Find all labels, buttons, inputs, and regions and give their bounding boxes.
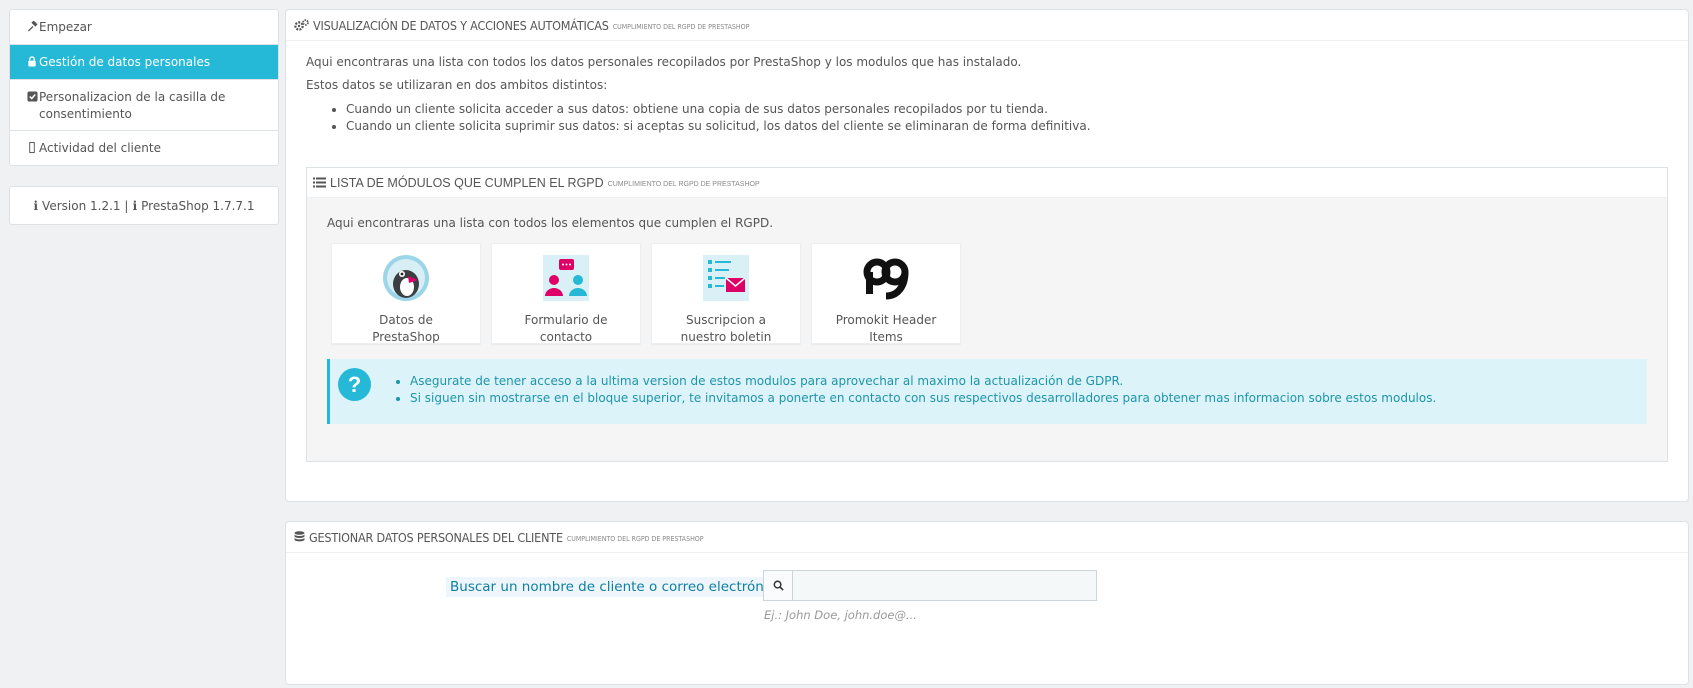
- panel-modulos: LISTA DE MÓDULOS QUE CUMPLEN EL RGPD CUM…: [306, 167, 1668, 462]
- scope-text: Estos datos se utilizaran en dos ambitos…: [306, 78, 608, 92]
- panel-subtitle: CUMPLIMIENTO DEL RGPD DE PRESTASHOP: [607, 180, 760, 188]
- module-card[interactable]: Suscripcion a nuestro boletin de noticia…: [651, 243, 801, 344]
- info-icon: i: [128, 198, 138, 213]
- info-alert: ? Asegurate de tener acceso a la ultima …: [327, 359, 1647, 424]
- checkbox-icon: [25, 91, 39, 102]
- clock-icon: [25, 142, 39, 153]
- panel-title: GESTIONAR DATOS PERSONALES DEL CLIENTE: [309, 529, 563, 545]
- contact-form-icon: [492, 254, 640, 304]
- module-card[interactable]: Datos de PrestaShop: [331, 243, 481, 344]
- search-help-text: Ej.: John Doe, john.doe@...: [764, 608, 917, 622]
- version-text: Version 1.2.1 |: [42, 198, 129, 213]
- module-card[interactable]: Formulario de contacto: [491, 243, 641, 344]
- sidebar-item-label: Empezar: [39, 20, 92, 34]
- search-input[interactable]: [793, 571, 1096, 600]
- database-icon: [294, 531, 305, 543]
- search-group: [763, 570, 1097, 601]
- sidebar-item-gestion-datos[interactable]: Gestión de datos personales: [10, 45, 278, 80]
- question-icon: ?: [338, 368, 371, 401]
- intro-text: Aqui encontraras una lista con todos los…: [306, 55, 1022, 69]
- panel-body: Aqui encontraras una lista con todos los…: [286, 41, 1688, 149]
- sidebar-item-label: Gestión de datos personales: [39, 55, 211, 69]
- sidebar-item-empezar[interactable]: Empezar: [10, 10, 278, 45]
- module-name: Formulario de contacto: [524, 313, 608, 344]
- panel-title: LISTA DE MÓDULOS QUE CUMPLEN EL RGPD: [330, 175, 604, 190]
- scope-list: Cuando un cliente solicita acceder a sus…: [306, 101, 1668, 135]
- modules-intro: Aqui encontraras una lista con todos los…: [327, 216, 774, 230]
- alert-item: Si siguen sin mostrarse en el bloque sup…: [410, 390, 1436, 407]
- panel-heading: LISTA DE MÓDULOS QUE CUMPLEN EL RGPD CUM…: [307, 168, 1667, 198]
- sidebar-menu: Empezar Gestión de datos personales Pers…: [9, 9, 279, 166]
- panel-heading: VISUALIZACIÓN DE DATOS Y ACCIONES AUTOMÁ…: [286, 10, 1688, 41]
- list-icon: [313, 177, 326, 188]
- promokit-icon: [812, 254, 960, 304]
- hammer-icon: [25, 21, 39, 32]
- panel-visualizacion: VISUALIZACIÓN DE DATOS Y ACCIONES AUTOMÁ…: [285, 9, 1689, 502]
- version-box: i Version 1.2.1 | i PrestaShop 1.7.7.1: [9, 186, 279, 225]
- cogs-icon: [294, 19, 309, 31]
- module-name: Suscripcion a nuestro boletin de noticia…: [680, 313, 772, 344]
- alert-list: Asegurate de tener acceso a la ultima ve…: [396, 373, 1436, 407]
- panel-heading: GESTIONAR DATOS PERSONALES DEL CLIENTE C…: [286, 522, 1688, 553]
- panel-subtitle: CUMPLIMIENTO DEL RGPD DE PRESTASHOP: [566, 534, 704, 543]
- list-item: Cuando un cliente solicita acceder a sus…: [346, 101, 1668, 118]
- prestashop-version: PrestaShop 1.7.7.1: [141, 198, 255, 213]
- panel-title: VISUALIZACIÓN DE DATOS Y ACCIONES AUTOMÁ…: [313, 17, 609, 33]
- module-name: Promokit Header Items: [835, 313, 937, 344]
- sidebar-item-consentimiento[interactable]: Personalizacion de la casilla de consent…: [10, 80, 278, 131]
- sidebar-item-label: Personalizacion de la casilla de consent…: [39, 90, 226, 121]
- list-item: Cuando un cliente solicita suprimir sus …: [346, 118, 1668, 135]
- panel-gestionar: GESTIONAR DATOS PERSONALES DEL CLIENTE C…: [285, 521, 1689, 685]
- sidebar-item-actividad[interactable]: Actividad del cliente: [10, 131, 278, 165]
- search-icon[interactable]: [764, 571, 793, 600]
- info-icon: i: [33, 198, 39, 213]
- search-label: Buscar un nombre de cliente o correo ele…: [446, 577, 788, 597]
- panel-subtitle: CUMPLIMIENTO DEL RGPD DE PRESTASHOP: [612, 22, 750, 31]
- sidebar-item-label: Actividad del cliente: [39, 141, 161, 155]
- lock-icon: [25, 56, 39, 67]
- module-name: Datos de PrestaShop: [372, 313, 440, 344]
- newsletter-icon: [652, 254, 800, 304]
- sidebar: Empezar Gestión de datos personales Pers…: [9, 9, 279, 225]
- module-cards: Datos de PrestaShop Formulario de contac…: [331, 243, 961, 344]
- alert-item: Asegurate de tener acceso a la ultima ve…: [410, 373, 1436, 390]
- module-card[interactable]: Promokit Header Items: [811, 243, 961, 344]
- prestashop-puffin-icon: [332, 254, 480, 304]
